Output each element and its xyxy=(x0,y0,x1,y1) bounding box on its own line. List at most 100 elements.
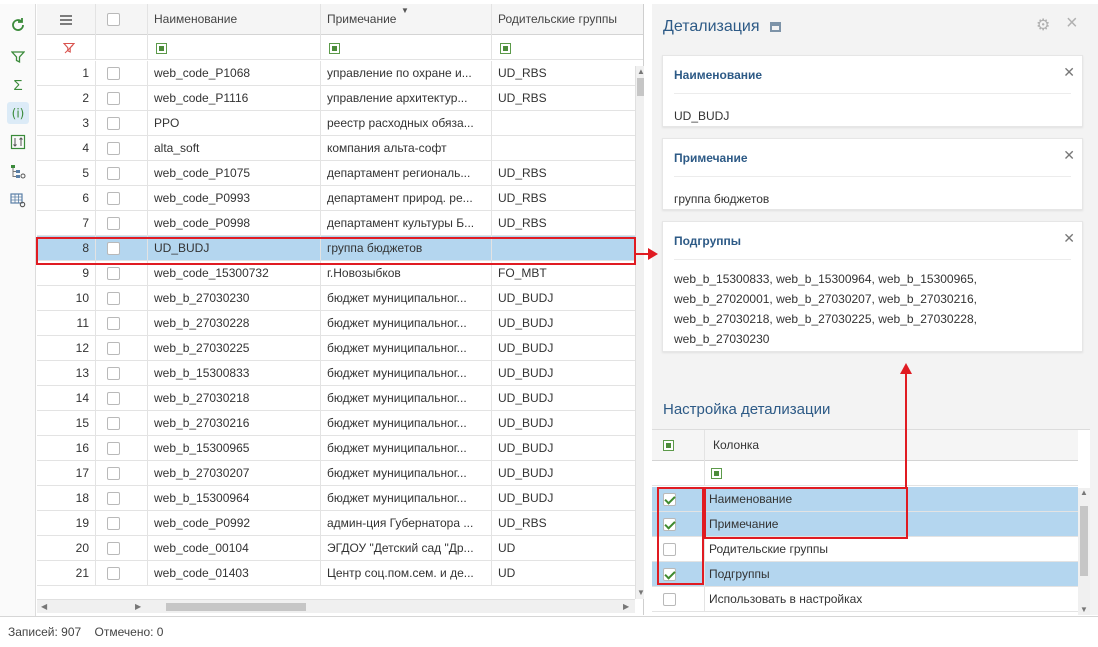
table-row[interactable]: 9 web_code_15300732 г.Новозыбков FO_MBT xyxy=(37,261,643,286)
settings-column-header[interactable]: Колонка xyxy=(713,430,759,461)
filter-cell-note[interactable] xyxy=(321,35,492,60)
refresh-icon[interactable] xyxy=(7,14,29,36)
grid-vertical-scrollbar[interactable]: ▲ ▼ xyxy=(635,66,645,599)
row-checkbox[interactable] xyxy=(107,167,120,180)
settings-filter-icon[interactable] xyxy=(711,468,722,479)
table-row[interactable]: 21 web_code_01403 Центр соц.пом.сем. и де.… xyxy=(37,561,643,586)
grid-horizontal-scrollbar[interactable]: ◀ ▶ ▶ xyxy=(37,599,635,613)
table-row[interactable]: 5 web_code_P1075 департамент региональ... U… xyxy=(37,161,643,186)
scroll-left-icon[interactable]: ◀ xyxy=(41,602,47,611)
settings-row[interactable]: Подгруппы xyxy=(652,562,1078,587)
table-row[interactable]: 10 web_b_27030230 бюджет муниципальног... U… xyxy=(37,286,643,311)
row-checkbox[interactable] xyxy=(107,217,120,230)
settings-vertical-scrollbar[interactable]: ▲ ▼ xyxy=(1078,488,1090,615)
table-row[interactable]: 16 web_b_15300965 бюджет муниципальног... U… xyxy=(37,436,643,461)
row-note: группа бюджетов xyxy=(321,236,492,261)
table-row[interactable]: 20 web_code_00104 ЭГДОУ "Детский сад "Др..… xyxy=(37,536,643,561)
filter-name-icon[interactable] xyxy=(156,43,167,54)
row-checkbox[interactable] xyxy=(107,367,120,380)
row-checkbox[interactable] xyxy=(107,267,120,280)
row-checkbox[interactable] xyxy=(107,517,120,530)
settings-select-all-checkbox[interactable] xyxy=(663,440,674,451)
filter-funnel-icon[interactable] xyxy=(7,46,29,68)
select-all-checkbox[interactable] xyxy=(107,13,120,26)
grid-vertical-scroll-thumb[interactable] xyxy=(637,78,644,96)
settings-row[interactable]: Использовать в настройках xyxy=(652,587,1078,612)
table-row[interactable]: 12 web_b_27030225 бюджет муниципальног... U… xyxy=(37,336,643,361)
gear-icon[interactable]: ⚙ xyxy=(1036,15,1050,35)
column-header-parent[interactable]: Родительские группы xyxy=(492,4,643,35)
table-row[interactable]: 14 web_b_27030218 бюджет муниципальног... U… xyxy=(37,386,643,411)
settings-scroll-thumb[interactable] xyxy=(1080,506,1088,576)
row-checkbox[interactable] xyxy=(107,92,120,105)
scroll-right-icon[interactable]: ▶ xyxy=(623,602,629,611)
sum-icon[interactable]: Σ xyxy=(7,74,29,96)
row-checkbox[interactable] xyxy=(107,542,120,555)
settings-row-checkbox[interactable] xyxy=(663,518,676,531)
table-row[interactable]: 11 web_b_27030228 бюджет муниципальног... U… xyxy=(37,311,643,336)
row-checkbox[interactable] xyxy=(107,342,120,355)
settings-row-checkbox[interactable] xyxy=(663,568,676,581)
table-row[interactable]: 8 UD_BUDJ группа бюджетов xyxy=(37,236,643,261)
row-checkbox[interactable] xyxy=(107,467,120,480)
card-close-icon[interactable]: ✕ xyxy=(1063,64,1075,81)
row-parent: UD_RBS xyxy=(498,216,547,230)
table-row[interactable]: 17 web_b_27030207 бюджет муниципальног... U… xyxy=(37,461,643,486)
row-checkbox[interactable] xyxy=(107,292,120,305)
tree-settings-icon[interactable] xyxy=(7,161,29,183)
scroll-down-icon[interactable]: ▼ xyxy=(637,588,645,597)
table-row[interactable]: 19 web_code_P0992 админ-ция Губернатора ..… xyxy=(37,511,643,536)
row-checkbox[interactable] xyxy=(107,192,120,205)
filter-note-icon[interactable] xyxy=(329,43,340,54)
column-header-name[interactable]: Наименование xyxy=(148,4,321,35)
row-parent: UD_BUDJ xyxy=(498,391,554,405)
row-name: web_b_27030207 xyxy=(148,461,321,486)
table-row[interactable]: 6 web_code_P0993 департамент природ. ре...… xyxy=(37,186,643,211)
table-row[interactable]: 7 web_code_P0998 департамент культуры Б...… xyxy=(37,211,643,236)
filter-clear-icon[interactable] xyxy=(37,35,96,60)
column-header-note[interactable]: Примечание ▼ xyxy=(321,4,492,35)
grid-horizontal-scroll-thumb[interactable] xyxy=(166,603,306,611)
filter-parent-icon[interactable] xyxy=(500,43,511,54)
row-note: управление архитектур... xyxy=(321,86,492,111)
card-close-icon[interactable]: ✕ xyxy=(1063,230,1075,247)
row-checkbox[interactable] xyxy=(107,242,120,255)
row-checkbox[interactable] xyxy=(107,567,120,580)
table-row[interactable]: 4 alta_soft компания альта-софт xyxy=(37,136,643,161)
settings-row-checkbox[interactable] xyxy=(663,593,676,606)
filter-cell-name[interactable] xyxy=(148,35,321,60)
filter-cell-parent[interactable] xyxy=(492,35,643,60)
row-checkbox[interactable] xyxy=(107,392,120,405)
table-settings-icon[interactable] xyxy=(7,189,29,211)
settings-row[interactable]: Родительские группы xyxy=(652,537,1078,562)
row-checkbox[interactable] xyxy=(107,142,120,155)
card-close-icon[interactable]: ✕ xyxy=(1063,147,1075,164)
table-row[interactable]: 15 web_b_27030216 бюджет муниципальног... U… xyxy=(37,411,643,436)
settings-scroll-down-icon[interactable]: ▼ xyxy=(1080,605,1088,614)
row-checkbox[interactable] xyxy=(107,117,120,130)
row-checkbox[interactable] xyxy=(107,317,120,330)
sort-columns-icon[interactable] xyxy=(7,131,29,153)
table-row[interactable]: 3 PPO реестр расходных обяза... xyxy=(37,111,643,136)
row-checkbox[interactable] xyxy=(107,492,120,505)
table-row[interactable]: 18 web_b_15300964 бюджет муниципальног... U… xyxy=(37,486,643,511)
row-number: 19 xyxy=(37,511,96,536)
table-row[interactable]: 1 web_code_P1068 управление по охране и...… xyxy=(37,61,643,86)
settings-row-checkbox[interactable] xyxy=(663,543,676,556)
settings-row[interactable]: Наименование xyxy=(652,487,1078,512)
info-icon[interactable]: (i) xyxy=(7,102,29,124)
panel-toggle-icon[interactable] xyxy=(770,22,781,32)
menu-icon[interactable] xyxy=(37,4,96,35)
settings-row-checkbox[interactable] xyxy=(663,493,676,506)
row-checkbox[interactable] xyxy=(107,417,120,430)
settings-row[interactable]: Примечание xyxy=(652,512,1078,537)
scroll-up-icon[interactable]: ▲ xyxy=(637,67,645,76)
scroll-right-frozen-icon[interactable]: ▶ xyxy=(135,602,141,611)
settings-scroll-up-icon[interactable]: ▲ xyxy=(1080,488,1088,497)
close-icon[interactable]: × xyxy=(1066,12,1078,35)
table-row[interactable]: 2 web_code_P1116 управление архитектур... U… xyxy=(37,86,643,111)
row-check-cell xyxy=(96,186,148,211)
row-checkbox[interactable] xyxy=(107,67,120,80)
row-checkbox[interactable] xyxy=(107,442,120,455)
table-row[interactable]: 13 web_b_15300833 бюджет муниципальног... U… xyxy=(37,361,643,386)
